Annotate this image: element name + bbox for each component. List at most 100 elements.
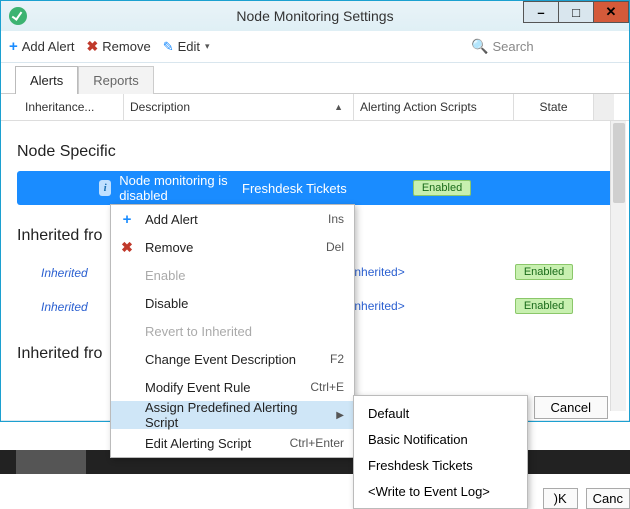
cell-state: Enabled (504, 264, 584, 280)
menu-label: Change Event Description (145, 352, 320, 367)
submenu-arrow-icon: ▶ (336, 410, 344, 421)
cancel-button-back[interactable]: Canc (586, 488, 630, 509)
cancel-label: Cancel (551, 400, 591, 415)
shortcut: Del (326, 240, 344, 254)
assign-script-submenu: Default Basic Notification Freshdesk Tic… (353, 395, 528, 509)
tab-reports[interactable]: Reports (78, 66, 154, 94)
menu-enable: Enable (111, 261, 354, 289)
col-state[interactable]: State (514, 94, 594, 120)
taskbar-item[interactable] (16, 450, 86, 474)
col-state-label: State (539, 100, 567, 114)
tab-reports-label: Reports (93, 73, 139, 88)
remove-label: Remove (102, 39, 150, 54)
table-row-selected[interactable]: i Node monitoring is disabled Freshdesk … (17, 171, 619, 205)
add-alert-label: Add Alert (22, 39, 75, 54)
menu-label: Revert to Inherited (145, 324, 344, 339)
menu-label: Remove (145, 240, 316, 255)
tab-alerts-label: Alerts (30, 73, 63, 88)
cell-inheritance: Inherited (17, 265, 99, 280)
menu-label: Edit Alerting Script (145, 436, 280, 451)
plus-icon: + (119, 211, 135, 228)
cell-action: Freshdesk Tickets (242, 181, 402, 196)
remove-button[interactable]: ✖ Remove (87, 38, 151, 55)
cell-action: <Inherited> (344, 299, 504, 313)
submenu-freshdesk-tickets[interactable]: Freshdesk Tickets (354, 452, 527, 478)
shortcut: Ctrl+E (310, 380, 344, 394)
inherited-label: Inherited (41, 300, 88, 314)
menu-label: Disable (145, 296, 344, 311)
maximize-button[interactable]: □ (558, 1, 594, 23)
submenu-basic-notification[interactable]: Basic Notification (354, 426, 527, 452)
state-badge: Enabled (515, 264, 573, 280)
scroll-gutter (594, 94, 614, 120)
edit-button[interactable]: ✎ Edit ▾ (163, 39, 210, 55)
search-placeholder: Search (492, 39, 533, 54)
cell-inheritance: Inherited (17, 299, 99, 314)
menu-change-description[interactable]: Change Event Description F2 (111, 345, 354, 373)
scrollbar[interactable] (610, 121, 626, 411)
submenu-default[interactable]: Default (354, 400, 527, 426)
x-icon: ✖ (119, 239, 135, 256)
ok-button-back[interactable]: )K (543, 488, 578, 509)
submenu-label: <Write to Event Log> (368, 484, 490, 499)
info-icon: i (99, 180, 111, 196)
close-button[interactable]: ✕ (593, 1, 629, 23)
menu-label: Add Alert (145, 212, 318, 227)
sort-asc-icon: ▲ (334, 102, 343, 112)
dialog-buttons: Cancel (534, 396, 608, 419)
col-action[interactable]: Alerting Action Scripts (354, 94, 514, 120)
pencil-icon: ✎ (163, 39, 174, 55)
ok-label: )K (554, 491, 567, 506)
col-description[interactable]: Description ▲ (124, 94, 354, 120)
shortcut: F2 (330, 352, 344, 366)
window-controls: – □ ✕ (524, 1, 629, 23)
submenu-label: Freshdesk Tickets (368, 458, 473, 473)
desc-text: Node monitoring is disabled (119, 173, 242, 203)
cancel-label: Canc (593, 491, 623, 506)
shortcut: Ins (328, 212, 344, 226)
section-node-specific: Node Specific (17, 143, 619, 161)
menu-remove[interactable]: ✖ Remove Del (111, 233, 354, 261)
cancel-button[interactable]: Cancel (534, 396, 608, 419)
col-inheritance[interactable]: Inheritance... (19, 94, 124, 120)
cell-state: Enabled (402, 180, 482, 196)
submenu-label: Basic Notification (368, 432, 468, 447)
edit-label: Edit (178, 39, 200, 54)
cell-state: Enabled (504, 298, 584, 314)
menu-disable[interactable]: Disable (111, 289, 354, 317)
cell-description: i Node monitoring is disabled (17, 173, 242, 203)
underlying-dialog-buttons: )K Canc (543, 488, 630, 509)
menu-label: Modify Event Rule (145, 380, 300, 395)
grid-header: Inheritance... Description ▲ Alerting Act… (1, 93, 629, 121)
menu-assign-script[interactable]: Assign Predefined Alerting Script ▶ (111, 401, 354, 429)
menu-edit-script[interactable]: Edit Alerting Script Ctrl+Enter (111, 429, 354, 457)
add-alert-button[interactable]: + Add Alert (9, 38, 75, 55)
state-badge: Enabled (515, 298, 573, 314)
menu-revert: Revert to Inherited (111, 317, 354, 345)
titlebar: Node Monitoring Settings – □ ✕ (1, 1, 629, 31)
inherited-label: Inherited (41, 266, 88, 280)
menu-label: Enable (145, 268, 344, 283)
plus-icon: + (9, 38, 18, 55)
col-action-label: Alerting Action Scripts (360, 100, 477, 114)
x-icon: ✖ (87, 38, 99, 55)
search-input[interactable]: 🔍 Search (471, 38, 621, 55)
submenu-label: Default (368, 406, 409, 421)
cell-action: <Inherited> (344, 265, 504, 279)
col-description-label: Description (130, 100, 190, 114)
menu-add-alert[interactable]: + Add Alert Ins (111, 205, 354, 233)
shortcut: Ctrl+Enter (290, 436, 344, 450)
search-icon: 🔍 (471, 38, 488, 55)
scroll-thumb[interactable] (613, 123, 625, 203)
tab-alerts[interactable]: Alerts (15, 66, 78, 94)
toolbar: + Add Alert ✖ Remove ✎ Edit ▾ 🔍 Search (1, 31, 629, 63)
minimize-button[interactable]: – (523, 1, 559, 23)
state-badge: Enabled (413, 180, 471, 196)
caret-down-icon: ▾ (205, 41, 210, 52)
submenu-write-event-log[interactable]: <Write to Event Log> (354, 478, 527, 504)
menu-modify-rule[interactable]: Modify Event Rule Ctrl+E (111, 373, 354, 401)
col-inheritance-label: Inheritance... (25, 100, 94, 114)
context-menu: + Add Alert Ins ✖ Remove Del Enable Disa… (110, 204, 355, 458)
tab-bar: Alerts Reports (1, 63, 629, 93)
menu-label: Assign Predefined Alerting Script (145, 400, 320, 430)
